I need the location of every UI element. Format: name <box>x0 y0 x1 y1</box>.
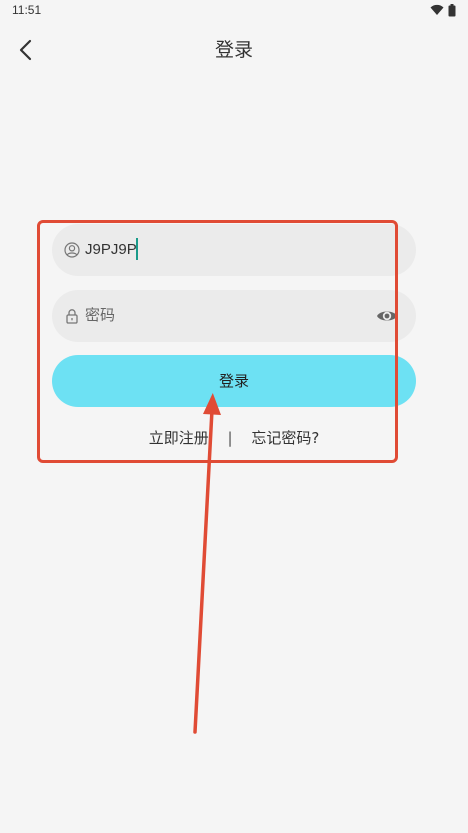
annotation-arrow <box>193 393 221 734</box>
